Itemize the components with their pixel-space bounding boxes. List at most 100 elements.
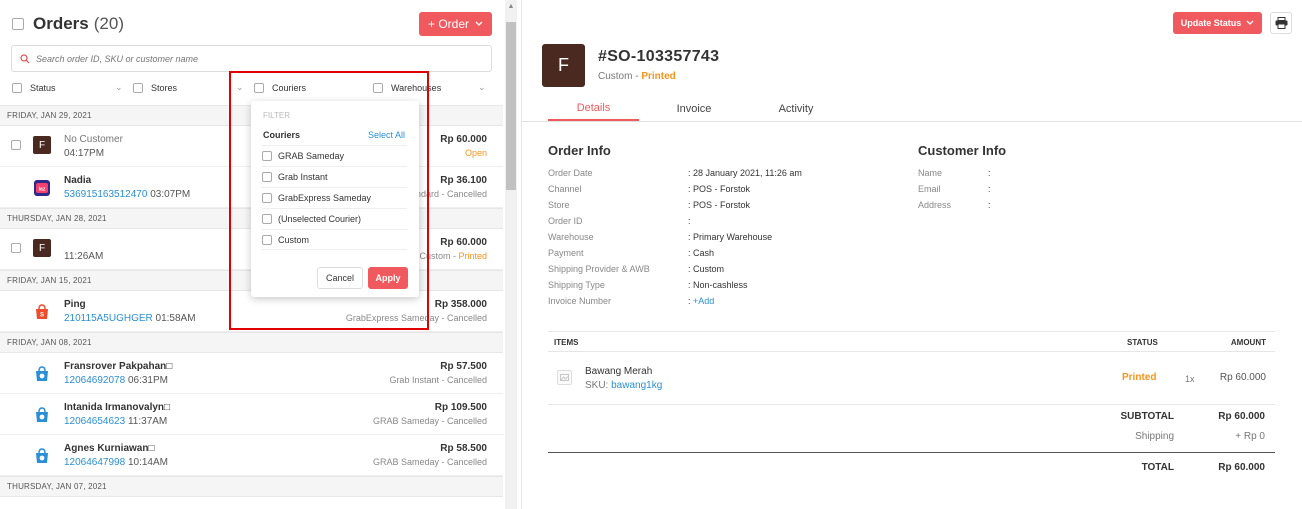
info-value-text: : POS - Forstok <box>688 184 751 194</box>
info-key: Name <box>918 168 943 178</box>
courier-option-checkbox[interactable] <box>262 172 272 182</box>
orders-scrollbar[interactable]: ▲ <box>505 0 517 509</box>
courier-name: Custom <box>419 251 451 261</box>
search-box <box>11 45 492 72</box>
customer-name: No Customer <box>64 134 123 145</box>
lazada-icon: laz <box>33 179 51 197</box>
courier-name: Grab Instant <box>389 375 439 385</box>
courier-option-checkbox[interactable] <box>262 234 272 245</box>
courier-option-label: GrabExpress Sameday <box>278 193 372 203</box>
tab-details[interactable]: Details <box>548 96 639 121</box>
filter-stores[interactable]: Stores <box>133 79 177 97</box>
tab-activity[interactable]: Activity <box>752 96 840 121</box>
info-key: Store <box>548 200 570 210</box>
courier-option[interactable]: Grab Instant <box>262 166 407 187</box>
scroll-up-arrow-icon[interactable]: ▲ <box>505 0 517 12</box>
courier-option-checkbox[interactable] <box>262 151 272 161</box>
info-value-text: : 28 January 2021, 11:26 am <box>688 168 802 178</box>
update-status-button[interactable]: Update Status <box>1173 12 1262 34</box>
search-input[interactable] <box>36 53 476 64</box>
tab-invoice[interactable]: Invoice <box>650 96 738 121</box>
add-order-button[interactable]: + Order <box>419 12 492 36</box>
date-group-header: THURSDAY, JAN 07, 2021 <box>0 476 503 497</box>
status-text: Cancelled <box>446 416 487 426</box>
order-meta: 12064654623 11:37AM <box>64 416 167 427</box>
select-all-checkbox[interactable] <box>12 18 24 30</box>
total-label: TOTAL <box>1141 462 1174 473</box>
order-time: 03:07PM <box>150 189 191 200</box>
status-text: Cancelled <box>446 189 487 199</box>
order-id-link[interactable]: 210115A5UGHGER <box>64 313 153 324</box>
customer-name: Intanida Irmanovalyn□ <box>64 402 171 413</box>
order-amount: Rp 358.000 <box>434 299 487 310</box>
filter-header: FILTER <box>263 111 290 120</box>
separator: - <box>632 71 642 82</box>
stores-filter-checkbox[interactable] <box>133 83 143 93</box>
courier-option[interactable]: GRAB Sameday <box>262 145 407 166</box>
orders-header: Orders (20) + Order Status ⌄ <box>0 0 503 105</box>
status-text: Open <box>464 148 487 158</box>
order-id-link[interactable]: 12064654623 <box>64 416 125 427</box>
courier-name: GrabExpress Sameday <box>345 313 439 323</box>
order-status: GRAB Sameday - Cancelled <box>372 416 487 426</box>
apply-button[interactable]: Apply <box>368 267 408 289</box>
courier-name: GRAB Sameday <box>372 416 439 426</box>
info-value: : Primary Warehouse <box>688 232 772 242</box>
courier-filter-dropdown: FILTER Couriers Select All GRAB Sameday … <box>251 101 419 297</box>
row-checkbox[interactable] <box>11 243 21 253</box>
info-value-text: : <box>688 296 691 306</box>
print-button[interactable] <box>1270 12 1292 34</box>
order-amount: Rp 36.100 <box>440 175 487 186</box>
info-value: : Cash <box>688 248 714 258</box>
order-time: 04:17PM <box>64 148 105 159</box>
order-amount: Rp 60.000 <box>440 134 487 145</box>
order-id-link[interactable]: 12064647998 <box>64 457 125 468</box>
cancel-button[interactable]: Cancel <box>317 267 363 289</box>
blibli-icon <box>33 406 51 424</box>
filter-status[interactable]: Status <box>12 79 56 97</box>
info-key: Address <box>918 200 952 210</box>
avatar: F <box>542 44 585 87</box>
info-key: Order ID <box>548 216 583 226</box>
courier-option[interactable]: GrabExpress Sameday <box>262 187 407 208</box>
order-amount: Rp 60.000 <box>440 237 487 248</box>
status-filter-checkbox[interactable] <box>12 83 22 93</box>
info-value: : +Add <box>688 296 714 306</box>
scrollbar-thumb[interactable] <box>506 22 516 190</box>
order-time: 06:31PM <box>127 375 168 386</box>
filter-couriers[interactable]: Couriers <box>254 79 306 97</box>
status-text: Printed <box>458 251 487 261</box>
order-row[interactable]: Intanida Irmanovalyn□ 12064654623 11:37AM… <box>0 394 503 435</box>
warehouses-filter-checkbox[interactable] <box>373 83 383 93</box>
status-text: Cancelled <box>446 313 487 323</box>
orders-panel: FRIDAY, JAN 29, 2021 F No Customer 04:17PM R… <box>0 0 520 509</box>
courier-option[interactable]: (Unselected Courier) <box>262 208 407 229</box>
order-row[interactable]: S Ping 210115A5UGHGER 01:58AM Rp 358.000 Gra… <box>0 291 503 332</box>
info-value: : POS - Forstok <box>688 184 750 194</box>
order-id-link[interactable]: 12064692078 <box>64 375 125 386</box>
order-status: GRAB Sameday - Cancelled <box>372 457 487 467</box>
order-id-link[interactable]: 536915163512470 <box>64 189 147 200</box>
items-col-header: ITEMS <box>554 338 579 347</box>
order-info-title: Order Info <box>548 143 611 158</box>
order-status: Custom - Printed <box>419 251 487 261</box>
order-row[interactable]: Fransrover Pakpahan□ 12064692078 06:31PM R… <box>0 353 503 394</box>
row-checkbox[interactable] <box>11 140 21 150</box>
sku-link[interactable]: bawang1kg <box>611 380 662 391</box>
item-sku: SKU: bawang1kg <box>585 380 662 391</box>
order-row[interactable]: Agnes Kurniawan□ 12064647998 10:14AM Rp 58… <box>0 435 503 476</box>
couriers-filter-checkbox[interactable] <box>254 83 264 93</box>
chevron-down-icon <box>1246 20 1254 25</box>
shipping-value: + Rp 0 <box>1235 431 1265 442</box>
filter-warehouses[interactable]: Warehouses <box>373 79 441 97</box>
courier-option[interactable]: Custom <box>262 229 407 250</box>
add-invoice-link[interactable]: +Add <box>693 296 714 306</box>
order-status: ndard - Cancelled <box>415 189 487 199</box>
courier-option-checkbox[interactable] <box>262 193 272 203</box>
courier-option-checkbox[interactable] <box>262 214 272 224</box>
update-status-label: Update Status <box>1180 18 1242 28</box>
order-time: 01:58AM <box>155 313 196 324</box>
order-amount: Rp 109.500 <box>434 402 487 413</box>
select-all-link[interactable]: Select All <box>368 130 405 140</box>
status-filter-label: Status <box>30 83 56 93</box>
